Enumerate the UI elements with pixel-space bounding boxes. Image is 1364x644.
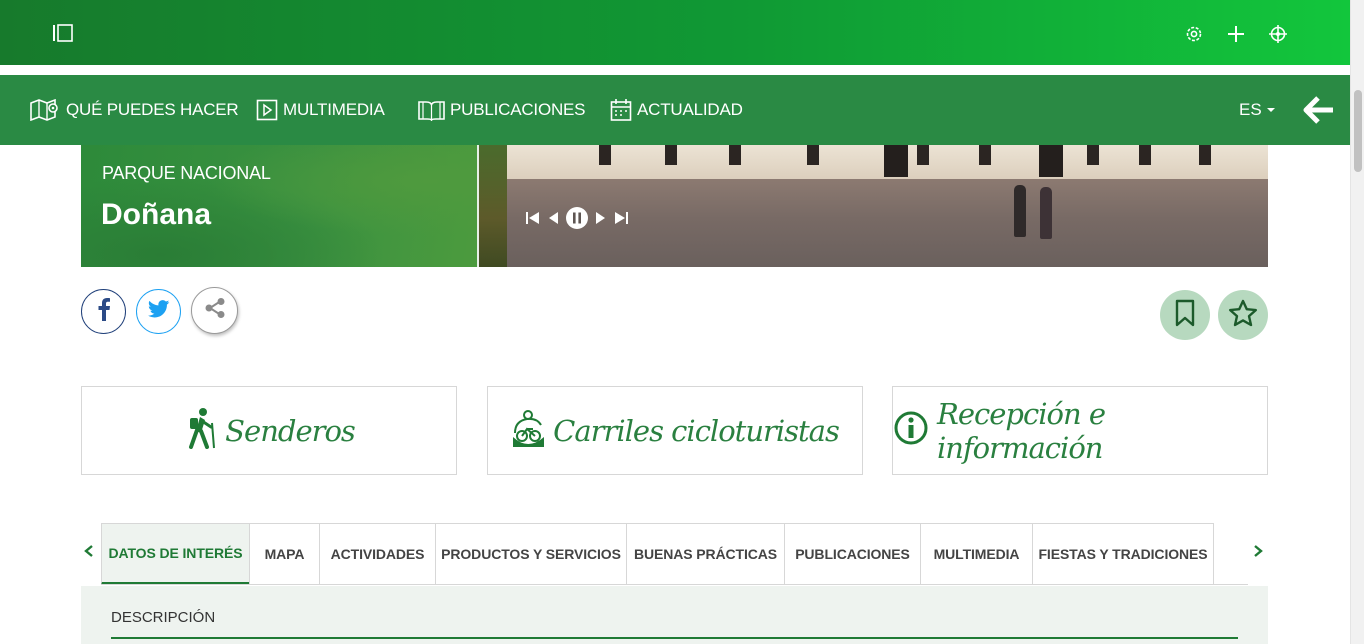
tab-buenas-practicas[interactable]: BUENAS PRÁCTICAS [626, 523, 785, 585]
nav-item-publicaciones[interactable]: PUBLICACIONES [418, 75, 586, 145]
bicycle-icon [511, 407, 545, 454]
bookmark-icon [1175, 299, 1195, 332]
tab-publicaciones[interactable]: PUBLICACIONES [784, 523, 921, 585]
tab-bar: DATOS DE INTERÉS MAPA ACTIVIDADES PRODUC… [81, 523, 1268, 585]
share-icon [204, 297, 226, 324]
nav-item-multimedia[interactable]: MULTIMEDIA [256, 75, 385, 145]
tab-mapa[interactable]: MAPA [249, 523, 320, 585]
twitter-share-button[interactable] [136, 289, 181, 334]
card-label: Senderos [225, 413, 356, 448]
gear-icon[interactable] [1184, 22, 1204, 44]
facebook-share-button[interactable] [81, 289, 126, 334]
tab-underline [101, 584, 1248, 585]
card-label: Recepción e información [937, 396, 1106, 465]
tab-label: PRODUCTOS Y SERVICIOS [441, 546, 621, 562]
tab-content: DESCRIPCIÓN [81, 586, 1268, 644]
facebook-icon [97, 297, 111, 326]
nav-label: QUÉ PUEDES HACER [66, 100, 239, 119]
photo-window [729, 145, 741, 165]
language-select[interactable]: ES [1239, 75, 1275, 145]
photo-door [884, 145, 908, 177]
map-pin-icon [30, 99, 61, 121]
photo-window [1087, 145, 1099, 165]
share-button[interactable] [191, 287, 238, 334]
tab-label: PUBLICACIONES [795, 546, 910, 562]
nav-item-actualidad[interactable]: ACTUALIDAD [610, 75, 743, 145]
next-icon[interactable] [595, 210, 607, 231]
tab-label: ACTIVIDADES [330, 546, 425, 562]
photo-person [1040, 187, 1052, 239]
calendar-icon [610, 98, 632, 122]
scrollbar-thumb[interactable] [1354, 90, 1362, 172]
photo-person [1014, 185, 1026, 237]
photo-window [979, 145, 991, 165]
tab-actividades[interactable]: ACTIVIDADES [319, 523, 436, 585]
photo-door [1039, 145, 1063, 177]
card-carriles-cicloturistas[interactable]: Carriles cicloturistas [487, 386, 863, 475]
page: QUÉ PUEDES HACER MULTIMEDIA PUBLICACIONE… [0, 0, 1364, 644]
card-recepcion-informacion[interactable]: Recepción e información [892, 386, 1268, 475]
scrollbar[interactable] [1350, 0, 1364, 644]
top-bar-actions [1184, 22, 1288, 44]
hiker-icon [183, 407, 217, 454]
hero-banner: PARQUE NACIONAL Doñana [81, 145, 1268, 267]
card-senderos[interactable]: Senderos [81, 386, 457, 475]
tab-datos-de-interes[interactable]: DATOS DE INTERÉS [101, 523, 250, 585]
chevron-left-icon[interactable] [81, 543, 97, 559]
crosshair-icon[interactable] [1268, 22, 1288, 44]
chevron-right-icon[interactable] [1250, 543, 1266, 559]
card-label: Carriles cicloturistas [553, 413, 840, 448]
tab-label: BUENAS PRÁCTICAS [633, 546, 778, 562]
photo-window [665, 145, 677, 165]
tab-label: MAPA [264, 546, 305, 562]
plus-icon[interactable] [1226, 22, 1246, 44]
nav-label: MULTIMEDIA [283, 100, 385, 119]
first-icon[interactable] [525, 210, 541, 231]
language-value: ES [1239, 100, 1262, 119]
play-icon [256, 99, 278, 121]
photo-window [917, 145, 929, 165]
twitter-icon [147, 300, 170, 323]
nav-label: PUBLICACIONES [450, 100, 586, 119]
photo-window [807, 145, 819, 165]
nav-item-que-puedes-hacer[interactable]: QUÉ PUEDES HACER [30, 75, 239, 145]
chevron-down-icon [1266, 108, 1275, 112]
last-icon[interactable] [613, 210, 629, 231]
info-icon [893, 408, 929, 453]
photo-foliage [479, 145, 507, 267]
photo-window [1139, 145, 1151, 165]
photo-window [599, 145, 611, 165]
star-icon [1228, 299, 1258, 332]
book-icon [418, 99, 445, 121]
tab-productos-y-servicios[interactable]: PRODUCTOS Y SERVICIOS [435, 523, 627, 585]
park-name: Doñana [101, 198, 212, 231]
slideshow-controls [525, 206, 629, 235]
nav-label: ACTUALIDAD [637, 100, 743, 119]
tab-fiestas-y-tradiciones[interactable]: FIESTAS Y TRADICIONES [1032, 523, 1214, 585]
arrow-left-icon[interactable] [1303, 95, 1335, 125]
tab-label: DATOS DE INTERÉS [108, 545, 243, 561]
prev-icon[interactable] [547, 210, 559, 231]
main-nav: QUÉ PUEDES HACER MULTIMEDIA PUBLICACIONE… [0, 75, 1350, 145]
section-title: DESCRIPCIÓN [111, 609, 216, 626]
section-rule [111, 637, 1238, 639]
top-bar [0, 0, 1350, 65]
bookmark-button[interactable] [1160, 290, 1210, 340]
photo-window [1199, 145, 1211, 165]
tab-multimedia[interactable]: MULTIMEDIA [920, 523, 1033, 585]
tab-label: FIESTAS Y TRADICIONES [1038, 546, 1208, 562]
favorite-button[interactable] [1218, 290, 1268, 340]
park-type: PARQUE NACIONAL [102, 163, 271, 183]
pause-icon[interactable] [565, 206, 589, 235]
sidebar-toggle-icon[interactable] [52, 23, 76, 43]
tab-label: MULTIMEDIA [933, 546, 1020, 562]
